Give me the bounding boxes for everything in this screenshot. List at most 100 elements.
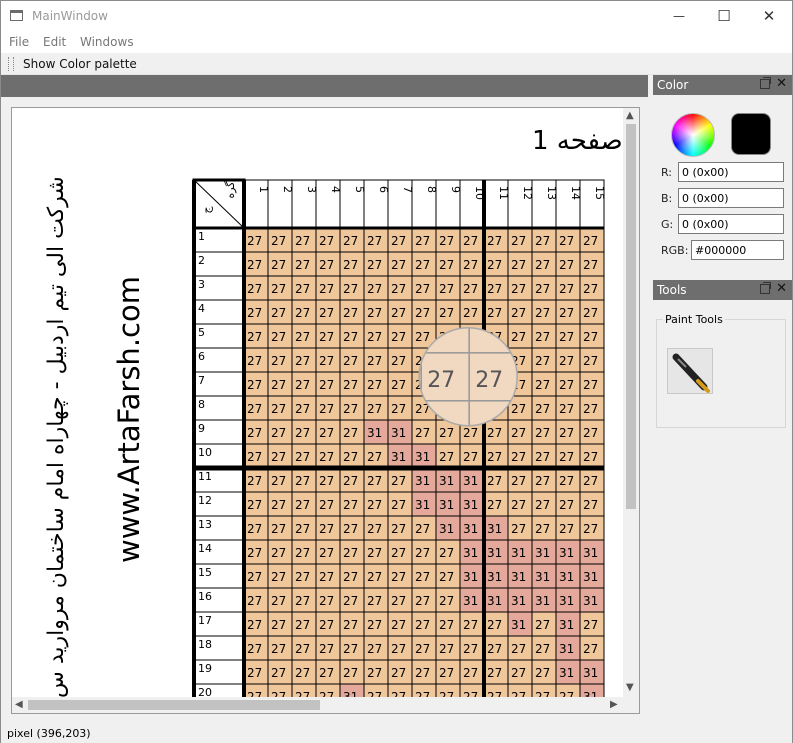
menu-windows[interactable]: Windows (80, 35, 134, 49)
horizontal-scrollbar[interactable]: ◀ ▶ (12, 697, 623, 713)
knot-grid[interactable]: گرهج1 2 3 4 5 6 7 8 9 10 11 12 13 14 151 27 27 27 27 27 27 27… (192, 178, 623, 697)
row-number: 15 (198, 566, 212, 579)
cell-value: 27 (439, 690, 454, 697)
canvas-view[interactable]: صفحه 1 شرکت الی تیم اردبیل - چهاراه امام… (11, 107, 640, 714)
cell-value: 27 (367, 306, 382, 320)
cell-value: 27 (319, 594, 334, 608)
cell-value: 27 (367, 258, 382, 272)
scroll-down-icon[interactable]: ▼ (626, 682, 634, 693)
minimize-button[interactable]: — (656, 1, 702, 31)
cell-value: 31 (559, 570, 574, 584)
float-icon[interactable] (760, 282, 771, 294)
r-field[interactable]: 0 (0x00) (678, 162, 784, 182)
cell-value: 27 (487, 474, 502, 488)
row-number: 9 (198, 422, 205, 435)
cell-value: 27 (535, 306, 550, 320)
cell-value: 31 (463, 498, 478, 512)
cell-value: 27 (319, 426, 334, 440)
cell-value: 27 (583, 426, 598, 440)
cell-value: 27 (247, 306, 262, 320)
cell-value: 27 (247, 234, 262, 248)
cell-value: 31 (535, 546, 550, 560)
horizontal-scroll-thumb[interactable] (28, 700, 320, 710)
scroll-left-icon[interactable]: ◀ (15, 699, 23, 710)
cell-value: 27 (271, 522, 286, 536)
b-field[interactable]: 0 (0x00) (678, 188, 784, 208)
main-window: MainWindow — ☐ ✕ File Edit Windows Show … (0, 0, 793, 743)
color-dock-title[interactable]: Color ✕ (653, 75, 792, 95)
cell-value: 27 (583, 402, 598, 416)
row-number: 18 (198, 638, 212, 651)
page-title: صفحه 1 (532, 126, 623, 156)
cell-value: 27 (367, 474, 382, 488)
vertical-scrollbar[interactable]: ▲ ▼ (623, 108, 639, 697)
cell-value: 27 (583, 618, 598, 632)
cell-value: 31 (487, 594, 502, 608)
cell-value: 31 (559, 642, 574, 656)
cell-value: 27 (559, 522, 574, 536)
cell-value: 27 (295, 666, 310, 680)
cell-value: 27 (367, 402, 382, 416)
scroll-right-icon[interactable]: ▶ (610, 699, 618, 710)
float-icon[interactable] (760, 77, 771, 89)
row-number: 7 (198, 374, 205, 387)
cell-value: 27 (487, 498, 502, 512)
cell-value: 27 (295, 330, 310, 344)
tools-dock-title-text: Tools (657, 283, 687, 297)
cell-value: 27 (439, 546, 454, 560)
cell-value: 27 (343, 618, 358, 632)
menu-edit[interactable]: Edit (43, 35, 66, 49)
paint-tools-label: Paint Tools (663, 313, 725, 326)
tools-dock-title[interactable]: Tools ✕ (653, 280, 792, 300)
cell-value: 31 (463, 594, 478, 608)
rgb-field[interactable]: #000000 (691, 240, 784, 260)
cell-value: 27 (559, 426, 574, 440)
title-bar[interactable]: MainWindow — ☐ ✕ (1, 1, 792, 31)
current-color-swatch[interactable] (731, 113, 771, 155)
toolbar-grip-handle[interactable] (6, 57, 18, 71)
close-icon[interactable]: ✕ (776, 281, 787, 296)
cell-value: 31 (511, 594, 526, 608)
cell-value: 27 (487, 258, 502, 272)
cell-value: 27 (391, 594, 406, 608)
cell-value: 31 (511, 570, 526, 584)
show-color-palette-button[interactable]: Show Color palette (23, 57, 137, 71)
cell-value: 27 (367, 378, 382, 392)
scroll-up-icon[interactable]: ▲ (626, 110, 634, 121)
cell-value: 27 (295, 618, 310, 632)
cell-value: 27 (511, 498, 526, 512)
cell-value: 31 (535, 594, 550, 608)
cell-value: 27 (415, 666, 430, 680)
cell-value: 27 (391, 570, 406, 584)
cell-value: 27 (295, 354, 310, 368)
cell-value: 27 (319, 474, 334, 488)
cell-value: 27 (535, 330, 550, 344)
cell-value: 27 (559, 450, 574, 464)
vertical-scroll-thumb[interactable] (626, 124, 636, 509)
magnified-value: 27 (475, 368, 503, 393)
r-label: R: (661, 166, 673, 179)
maximize-button[interactable]: ☐ (701, 1, 747, 31)
menu-file[interactable]: File (9, 35, 29, 49)
color-wheel-icon[interactable] (671, 113, 715, 157)
cell-value: 31 (415, 498, 430, 512)
cell-value: 27 (415, 234, 430, 248)
cell-value: 31 (583, 594, 598, 608)
cell-value: 27 (247, 378, 262, 392)
cell-value: 27 (295, 378, 310, 392)
cell-value: 27 (295, 522, 310, 536)
cell-value: 27 (367, 594, 382, 608)
close-button[interactable]: ✕ (746, 1, 792, 31)
cell-value: 27 (271, 666, 286, 680)
cell-value: 31 (583, 546, 598, 560)
cell-value: 27 (391, 282, 406, 296)
cell-value: 27 (487, 690, 502, 697)
cell-value: 27 (271, 234, 286, 248)
cell-value: 27 (295, 474, 310, 488)
close-icon[interactable]: ✕ (776, 76, 787, 91)
pen-tool-button[interactable] (667, 348, 713, 394)
cell-value: 27 (247, 258, 262, 272)
g-field[interactable]: 0 (0x00) (678, 214, 784, 234)
pattern-sheet[interactable]: صفحه 1 شرکت الی تیم اردبیل - چهاراه امام… (12, 108, 623, 697)
cell-value: 27 (463, 642, 478, 656)
